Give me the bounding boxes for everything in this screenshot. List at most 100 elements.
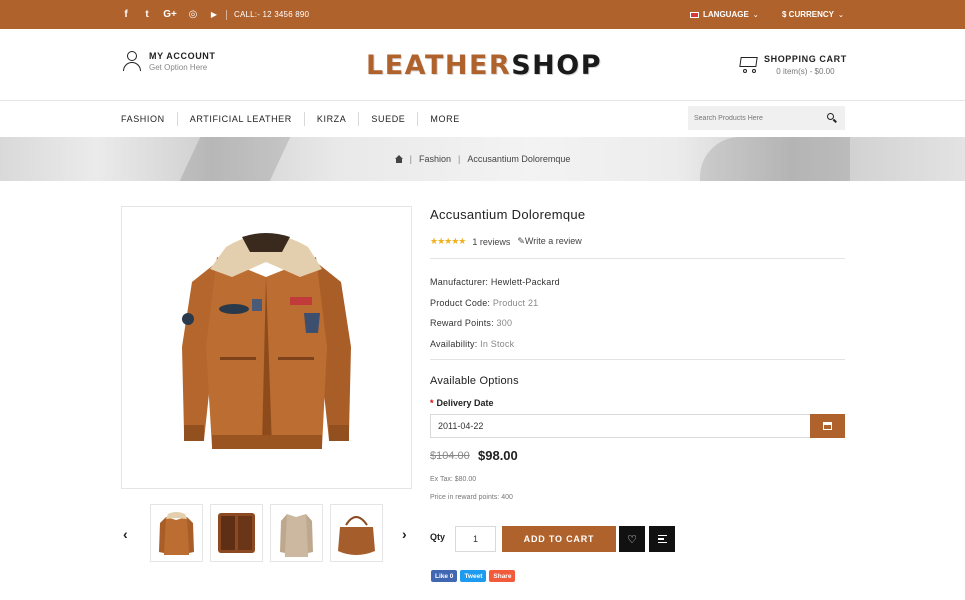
nav-item-fashion[interactable]: FASHION (121, 114, 165, 124)
chevron-left-icon[interactable]: ‹ (123, 526, 128, 542)
spec-row: Availability: In Stock (430, 334, 560, 355)
instagram-icon[interactable]: ◎ (188, 9, 198, 21)
quantity-input[interactable] (455, 526, 496, 552)
facebook-like-button[interactable]: Like 0 (431, 570, 458, 582)
breadcrumb-separator: | (457, 154, 461, 164)
product-main-image[interactable] (121, 206, 412, 489)
call-text: CALL:- 12 3456 890 (234, 10, 310, 19)
site-logo[interactable]: LEATHERSHOP (366, 50, 602, 81)
youtube-icon[interactable]: ▶ (209, 9, 219, 21)
available-options-heading: Available Options (430, 375, 519, 387)
logo-part-leather: LEATHER (366, 50, 512, 81)
account-title: MY ACCOUNT (149, 51, 216, 61)
breadcrumb: | Fashion | Accusantium Doloremque (0, 137, 965, 181)
currency-dropdown[interactable]: $ CURRENCY ⌄ (782, 0, 844, 29)
divider (417, 112, 419, 126)
calendar-icon (823, 422, 832, 430)
facebook-icon[interactable]: f (121, 9, 131, 21)
write-review-label: Write a review (524, 236, 582, 246)
divider (430, 359, 845, 360)
compare-button[interactable] (649, 526, 675, 552)
language-label: LANGUAGE (703, 10, 749, 19)
divider (303, 112, 305, 126)
twitter-icon[interactable]: t (142, 9, 152, 21)
spec-label: Availability: (430, 339, 478, 350)
breadcrumb-fashion[interactable]: Fashion (419, 154, 451, 164)
nav-menu: FASHION ARTIFICIAL LEATHER KIRZA SUEDE M… (121, 101, 460, 137)
jacket-thumbnail-image (159, 512, 194, 555)
spec-value-availability: In Stock (480, 339, 515, 350)
old-price: $104.00 (430, 450, 470, 462)
thumbnail[interactable] (330, 504, 383, 562)
call-info: CALL:- 12 3456 890 (226, 0, 309, 29)
breadcrumb-separator: | (409, 154, 412, 164)
flag-icon (690, 11, 699, 18)
nav-item-more[interactable]: MORE (430, 114, 459, 124)
chevron-right-icon[interactable]: › (402, 526, 407, 542)
divider (176, 112, 178, 126)
spec-value-reward: 300 (496, 318, 513, 329)
thumbnail[interactable] (150, 504, 203, 562)
spec-value-manufacturer[interactable]: Hewlett-Packard (491, 277, 560, 287)
spec-row: Reward Points: 300 (430, 313, 560, 334)
top-bar: f t G+ ◎ ▶ CALL:- 12 3456 890 LANGUAGE ⌄… (0, 0, 965, 29)
site-header: MY ACCOUNT Get Option Here LEATHERSHOP S… (0, 29, 965, 101)
currency-label: $ CURRENCY (782, 10, 835, 19)
delivery-date-input[interactable] (430, 414, 811, 438)
add-to-cart-button[interactable]: ADD TO CART (502, 526, 616, 552)
nav-item-artificial-leather[interactable]: ARTIFICIAL LEATHER (190, 114, 292, 124)
search-input[interactable] (688, 106, 818, 130)
delivery-date-label: * Delivery Date (430, 398, 494, 408)
cart-icon (737, 54, 758, 73)
wallet-thumbnail-image (218, 513, 255, 553)
breadcrumb-current[interactable]: Accusantium Doloremque (467, 154, 570, 164)
spec-label: Manufacturer: (430, 277, 489, 287)
language-dropdown[interactable]: LANGUAGE ⌄ (690, 0, 759, 29)
divider (430, 258, 845, 259)
breadcrumb-banner: | Fashion | Accusantium Doloremque (0, 137, 965, 181)
logo-part-shop: SHOP (511, 50, 602, 81)
nav-item-kirza[interactable]: KIRZA (317, 114, 347, 124)
google-plus-icon[interactable]: G+ (163, 9, 177, 21)
account-subtitle: Get Option Here (149, 63, 208, 72)
share-button[interactable]: Share (489, 570, 516, 582)
nav-item-suede[interactable]: SUEDE (371, 114, 405, 124)
main-nav: FASHION ARTIFICIAL LEATHER KIRZA SUEDE M… (0, 101, 965, 137)
search-icon[interactable] (827, 113, 837, 123)
cart-summary: 0 item(s) - $0.00 (776, 67, 835, 76)
heart-icon: ♡ (627, 533, 637, 546)
wishlist-button[interactable]: ♡ (619, 526, 645, 552)
social-links: f t G+ ◎ ▶ (121, 0, 219, 29)
cart-title: SHOPPING CART (764, 54, 847, 64)
home-icon[interactable] (394, 155, 403, 163)
product-title: Accusantium Doloremque (430, 207, 586, 222)
required-marker: * (430, 398, 434, 408)
leather-jacket-image (182, 233, 351, 449)
tweet-button[interactable]: Tweet (460, 570, 487, 582)
thumbnail[interactable] (210, 504, 263, 562)
calendar-button[interactable] (810, 414, 845, 438)
spec-row: Manufacturer: Hewlett-Packard (430, 272, 560, 293)
product-rating: ★★★★★ 1 reviews ✎Write a review (430, 236, 582, 247)
thumbnail-carousel: ‹ › (121, 504, 412, 562)
beige-jacket-thumbnail-image (280, 514, 313, 557)
compare-icon (657, 534, 667, 544)
spec-label: Product Code: (430, 297, 491, 308)
chevron-down-icon: ⌄ (752, 11, 759, 19)
reward-points-price: Price in reward points: 400 (430, 494, 513, 501)
thumbnail[interactable] (270, 504, 323, 562)
chevron-down-icon: ⌄ (838, 11, 844, 19)
delivery-label-text: Delivery Date (436, 398, 494, 408)
bag-thumbnail-image (338, 516, 375, 555)
spec-label: Reward Points: (430, 318, 494, 329)
write-review-link[interactable]: ✎Write a review (517, 236, 581, 247)
divider (226, 9, 227, 20)
spec-row: Product Code: Product 21 (430, 293, 560, 314)
ex-tax-price: Ex Tax: $80.00 (430, 476, 477, 483)
spec-value-code: Product 21 (492, 297, 539, 308)
reviews-link[interactable]: 1 reviews (472, 237, 510, 247)
qty-label: Qty (430, 532, 446, 542)
my-account-link[interactable]: MY ACCOUNT Get Option Here (123, 51, 216, 72)
shopping-cart-link[interactable]: SHOPPING CART 0 item(s) - $0.00 (737, 54, 847, 76)
divider (358, 112, 360, 126)
